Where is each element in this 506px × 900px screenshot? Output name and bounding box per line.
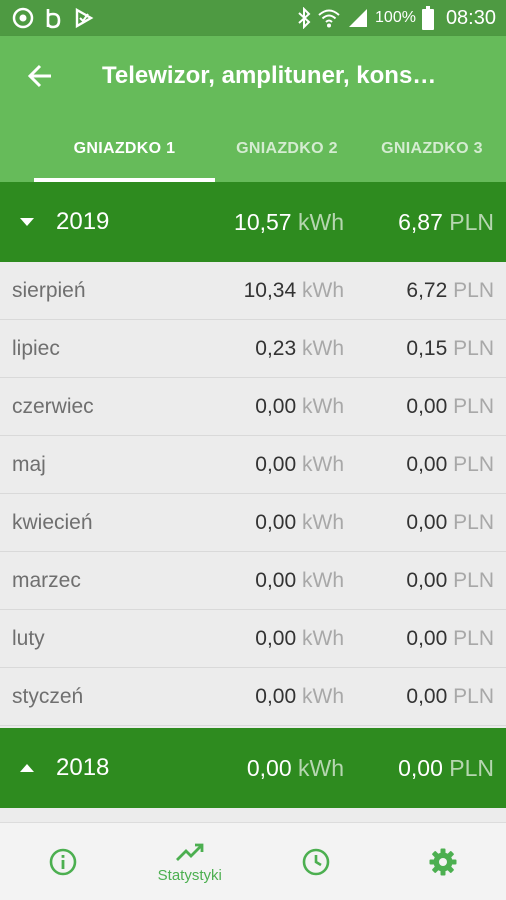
month-row: maj 0,00 kWh 0,00 PLN xyxy=(0,436,506,494)
month-name: luty xyxy=(12,626,45,650)
month-row: marzec 0,00 kWh 0,00 PLN xyxy=(0,552,506,610)
tab-gniazdko-1[interactable]: GNIAZDKO 1 xyxy=(34,116,215,182)
year-label: 2019 xyxy=(56,208,110,235)
month-energy: 0,00 kWh xyxy=(255,568,344,592)
battery-icon xyxy=(421,6,434,30)
download-notification-icon xyxy=(74,7,94,29)
month-cost: 0,00 PLN xyxy=(406,626,494,650)
month-energy: 0,00 kWh xyxy=(255,626,344,650)
status-bar: 100% 08:30 xyxy=(0,0,506,36)
bottom-navigation: Statystyki xyxy=(0,822,506,900)
expand-caret-icon xyxy=(20,763,36,773)
month-name: sierpień xyxy=(12,278,86,302)
tab-label: GNIAZDKO 3 xyxy=(381,140,483,157)
year-cost: 0,00 PLN xyxy=(398,754,494,781)
month-name: marzec xyxy=(12,568,81,592)
info-icon xyxy=(49,848,77,876)
app-notification-icon xyxy=(12,7,34,29)
clock-icon xyxy=(302,848,330,876)
month-cost: 0,00 PLN xyxy=(406,452,494,476)
month-energy: 0,23 kWh xyxy=(255,336,344,360)
month-name: styczeń xyxy=(12,684,84,708)
tab-label: GNIAZDKO 2 xyxy=(236,140,338,157)
month-energy: 0,00 kWh xyxy=(255,394,344,418)
month-row: czerwiec 0,00 kWh 0,00 PLN xyxy=(0,378,506,436)
month-name: czerwiec xyxy=(12,394,94,418)
trending-up-icon xyxy=(175,843,204,861)
month-row: kwiecień 0,00 kWh 0,00 PLN xyxy=(0,494,506,552)
month-cost: 0,15 PLN xyxy=(406,336,494,360)
app-bar: Telewizor, amplituner, kons… xyxy=(0,36,506,116)
nav-history[interactable] xyxy=(253,823,380,900)
arrow-back-icon xyxy=(27,64,51,88)
month-name: maj xyxy=(12,452,46,476)
month-cost: 0,00 PLN xyxy=(406,684,494,708)
month-energy: 0,00 kWh xyxy=(255,452,344,476)
bluetooth-icon xyxy=(297,7,311,29)
year-row-2019[interactable]: 2019 10,57 kWh 6,87 PLN xyxy=(0,182,506,262)
signal-icon xyxy=(347,7,369,29)
month-row: lipiec 0,23 kWh 0,15 PLN xyxy=(0,320,506,378)
month-cost: 0,00 PLN xyxy=(406,568,494,592)
wifi-icon xyxy=(317,7,341,29)
month-row: sierpień 10,34 kWh 6,72 PLN xyxy=(0,262,506,320)
clock-time: 08:30 xyxy=(445,6,496,29)
nav-info[interactable] xyxy=(0,823,127,900)
year-cost: 6,87 PLN xyxy=(398,208,494,235)
page-title: Telewizor, amplituner, kons… xyxy=(102,62,437,89)
tab-label: GNIAZDKO 1 xyxy=(73,140,176,157)
month-energy: 10,34 kWh xyxy=(243,278,344,302)
month-cost: 6,72 PLN xyxy=(406,278,494,302)
collapse-caret-icon xyxy=(20,217,36,227)
month-cost: 0,00 PLN xyxy=(406,394,494,418)
gear-icon xyxy=(429,848,457,876)
battery-percent: 100% xyxy=(375,9,416,26)
b-notification-icon xyxy=(44,7,64,29)
year-label: 2018 xyxy=(56,754,110,781)
month-cost: 0,00 PLN xyxy=(406,510,494,534)
back-button[interactable] xyxy=(0,36,80,116)
month-row: styczeń 0,00 kWh 0,00 PLN xyxy=(0,668,506,726)
year-row-2018[interactable]: 2018 0,00 kWh 0,00 PLN xyxy=(0,728,506,808)
tab-gniazdko-3[interactable]: GNIAZDKO 3 xyxy=(359,116,505,182)
year-energy: 10,57 kWh xyxy=(234,208,344,235)
nav-statistics-label: Statystyki xyxy=(157,866,222,884)
month-name: kwiecień xyxy=(12,510,93,534)
month-energy: 0,00 kWh xyxy=(255,510,344,534)
month-name: lipiec xyxy=(12,336,60,360)
socket-tabs: GNIAZDKO 1 GNIAZDKO 2 GNIAZDKO 3 xyxy=(0,116,506,182)
year-energy: 0,00 kWh xyxy=(246,754,344,781)
month-energy: 0,00 kWh xyxy=(255,684,344,708)
tab-gniazdko-2[interactable]: GNIAZDKO 2 xyxy=(215,116,359,182)
nav-settings[interactable] xyxy=(380,823,506,900)
month-row: luty 0,00 kWh 0,00 PLN xyxy=(0,610,506,668)
nav-statistics[interactable]: Statystyki xyxy=(127,823,254,900)
